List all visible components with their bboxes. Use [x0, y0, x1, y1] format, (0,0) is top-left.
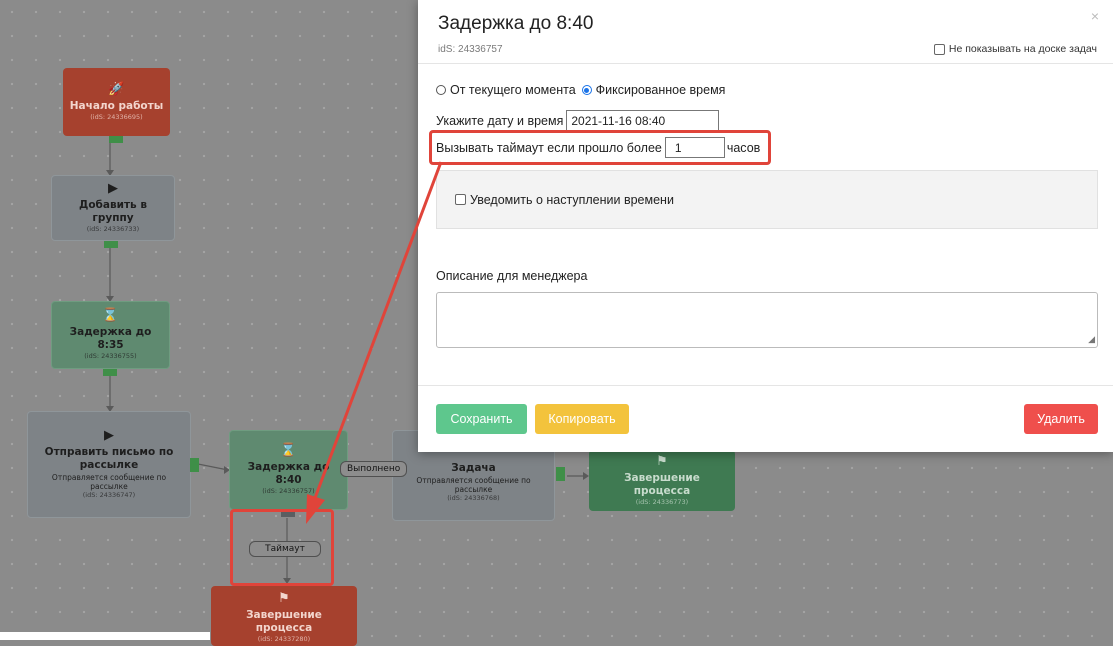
node-ids: (idS: 24336733) — [86, 225, 140, 233]
resize-grip-icon[interactable]: ◢ — [1088, 334, 1095, 345]
hide-board-checkbox[interactable]: Не показывать на доске задач — [933, 43, 1097, 55]
play-icon: ▶ — [104, 428, 114, 443]
node-ids: (idS: 24336755) — [84, 352, 137, 360]
rocket-icon: 🚀 — [108, 81, 125, 97]
node-ids: (idS: 24336768) — [447, 494, 500, 502]
output-port[interactable] — [103, 369, 117, 376]
description-label: Описание для менеджера — [436, 269, 588, 283]
datetime-label: Укажите дату и время — [436, 113, 564, 128]
node-title: Задержка до 8:35 — [69, 326, 152, 351]
hourglass-icon: ⌛ — [280, 443, 297, 458]
output-port[interactable] — [190, 458, 199, 472]
checkbox-icon[interactable] — [933, 43, 945, 55]
node-title: Завершение процесса — [246, 609, 322, 634]
modal-ids: idS: 24336757 — [438, 44, 503, 55]
notify-checkbox[interactable] — [455, 194, 466, 205]
play-icon: ▶ — [108, 181, 118, 196]
node-start[interactable]: 🚀 Начало работы (idS: 24336695) — [63, 68, 170, 136]
hide-board-label: Не показывать на доске задач — [948, 43, 1097, 55]
node-end-green[interactable]: ⚑ Завершение процесса (idS: 24336773) — [589, 450, 735, 511]
copy-button[interactable]: Копировать — [535, 404, 629, 434]
flag-icon: ⚑ — [656, 453, 668, 469]
highlight-timeout-edge — [230, 509, 334, 586]
description-textarea[interactable]: ◢ — [436, 292, 1098, 348]
radio-current-moment[interactable] — [436, 85, 446, 95]
node-title: Задача — [451, 462, 496, 474]
node-ids: (idS: 24336757) — [262, 487, 315, 495]
node-delay-835[interactable]: ⌛ Задержка до 8:35 (idS: 24336755) — [51, 301, 170, 369]
delay-mode-group: От текущего момента Фиксированное время — [436, 83, 725, 97]
radio-fixed-time[interactable] — [581, 85, 592, 95]
node-title: Добавить в группу — [78, 199, 147, 224]
notify-label: Уведомить о наступлении времени — [470, 192, 674, 207]
node-title: Задержка до 8:40 — [247, 461, 330, 486]
node-ids: (idS: 24336747) — [82, 491, 136, 499]
divider — [418, 385, 1113, 386]
node-add-to-group[interactable]: ▶ Добавить в группу (idS: 24336733) — [51, 175, 175, 241]
close-icon[interactable]: × — [1091, 8, 1099, 24]
output-port[interactable] — [109, 136, 123, 143]
node-end-red[interactable]: ⚑ Завершение процесса (idS: 24337280) — [211, 586, 357, 646]
delete-button[interactable]: Удалить — [1024, 404, 1098, 434]
status-strip — [0, 632, 210, 640]
radio-current-label: От текущего момента — [450, 83, 576, 97]
node-send-letter[interactable]: ▶ Отправить письмо по рассылке Отправляе… — [27, 411, 191, 518]
node-title: Отправить письмо по рассылке — [44, 446, 174, 471]
flag-icon: ⚑ — [278, 591, 290, 606]
modal-title: Задержка до 8:40 — [438, 13, 594, 34]
datetime-row: Укажите дату и время 2021-11-16 08:40 — [436, 110, 720, 131]
node-subtitle: Отправляется сообщение по рассылке — [51, 473, 167, 491]
save-button[interactable]: Сохранить — [436, 404, 527, 434]
node-title: Завершение процесса — [624, 471, 700, 497]
radio-fixed-label: Фиксированное время — [595, 83, 726, 97]
edge-label-done[interactable]: Выполнено — [340, 461, 408, 477]
datetime-input[interactable]: 2021-11-16 08:40 — [566, 110, 720, 131]
node-ids: (idS: 24336773) — [635, 497, 689, 506]
node-delay-840[interactable]: ⌛ Задержка до 8:40 (idS: 24336757) — [229, 430, 348, 510]
hourglass-icon: ⌛ — [102, 308, 119, 323]
node-subtitle: Отправляется сообщение по рассылке — [416, 476, 531, 494]
highlight-timeout-row — [429, 130, 771, 165]
node-title: Начало работы — [69, 99, 164, 112]
output-port[interactable] — [556, 467, 565, 481]
divider — [418, 63, 1113, 64]
node-ids: (idS: 24336695) — [90, 112, 143, 121]
node-settings-modal: Задержка до 8:40 × idS: 24336757 Не пока… — [418, 0, 1113, 452]
notify-panel: Уведомить о наступлении времени — [436, 170, 1098, 229]
output-port[interactable] — [104, 241, 118, 248]
